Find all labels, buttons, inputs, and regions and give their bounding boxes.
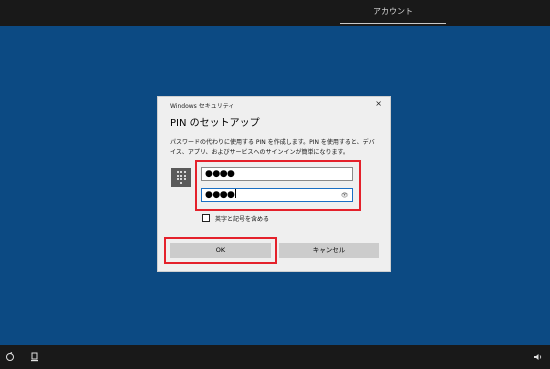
account-tab[interactable]: アカウント xyxy=(340,0,446,24)
reveal-eye-icon[interactable]: 👁 xyxy=(341,190,349,202)
new-pin-input[interactable]: ●●●● xyxy=(201,167,353,181)
include-letters-label[interactable]: 英字と記号を含める xyxy=(215,214,269,223)
dialog-description: パスワードの代わりに使用する PIN を作成します。PIN を使用すると、デバイ… xyxy=(170,139,375,156)
pin-setup-dialog: Windows セキュリティ × PIN のセットアップ パスワードの代わりに使… xyxy=(158,97,390,271)
ease-of-access-icon[interactable] xyxy=(4,351,16,363)
text-caret xyxy=(235,189,237,198)
confirm-pin-value: ●●●● xyxy=(205,190,235,200)
volume-icon[interactable] xyxy=(532,351,544,363)
network-icon[interactable] xyxy=(29,351,41,363)
bottom-bar xyxy=(0,345,550,369)
confirm-pin-input[interactable]: ●●●● 👁 xyxy=(201,188,353,202)
close-icon[interactable]: × xyxy=(375,99,382,108)
new-pin-value: ●●●● xyxy=(205,169,235,179)
keypad-icon xyxy=(171,168,191,187)
ok-button[interactable]: OK xyxy=(170,243,271,258)
dialog-title: PIN のセットアップ xyxy=(170,118,260,129)
dialog-caption: Windows セキュリティ xyxy=(170,103,235,110)
top-bar: アカウント xyxy=(0,0,550,26)
cancel-button[interactable]: キャンセル xyxy=(279,243,379,258)
include-letters-checkbox[interactable] xyxy=(202,214,210,222)
account-tab-underline xyxy=(340,23,446,24)
